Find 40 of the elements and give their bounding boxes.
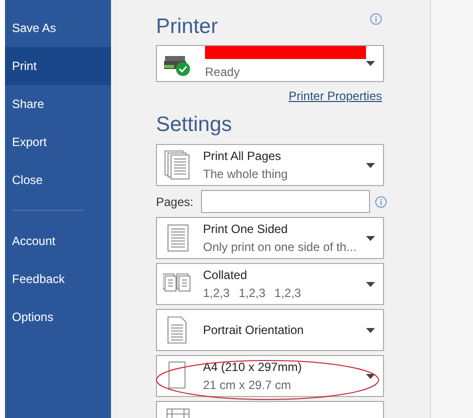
- collation-order: 1,2,3: [238, 286, 266, 300]
- setting-subtitle: 21 cm x 29.7 cm: [203, 378, 292, 392]
- settings-heading: Settings: [156, 112, 233, 138]
- sidebar-item[interactable]: Save As: [5, 9, 111, 47]
- collation-order: 1,2,3: [203, 286, 230, 300]
- setting-title: Print All Pages: [203, 148, 282, 164]
- dropdown-caret-icon: [366, 328, 375, 332]
- setting-subtitle: The whole thing: [203, 166, 289, 182]
- settings-dropdown[interactable]: Collated 1,2,3 1,2,3 1,2,3: [156, 263, 384, 305]
- sidebar-item[interactable]: Export: [5, 123, 111, 161]
- printer-dropdown[interactable]: Ready: [156, 45, 384, 82]
- dropdown-caret-icon: [366, 162, 375, 168]
- printer-properties-link[interactable]: Printer Properties: [288, 87, 382, 105]
- settings-dropdown[interactable]: Print One Sided Only print on one side of th...: [156, 217, 384, 259]
- setting-title: Collated: [203, 268, 248, 282]
- settings-dropdown[interactable]: Portrait Orientation: [156, 309, 384, 351]
- dropdown-caret-icon: [366, 61, 375, 66]
- setting-title: Portrait Orientation: [203, 322, 305, 338]
- pages-input-field[interactable]: [201, 190, 370, 213]
- setting-title: A4 (210 x 297mm): [203, 360, 303, 374]
- sidebar-item[interactable]: Share: [5, 85, 111, 123]
- settings-dropdown[interactable]: A4 (210 x 297mm) 21 cm x 29.7 cm: [156, 355, 384, 397]
- sidebar-item[interactable]: Options: [5, 298, 111, 336]
- setting-title: Print One Sided: [203, 222, 289, 236]
- info-icon[interactable]: [375, 196, 387, 208]
- sidebar-item[interactable]: Print: [5, 47, 111, 85]
- page-stack-icon: [163, 150, 191, 180]
- setting-subtitle: Only print on one side of th...: [203, 240, 358, 254]
- dropdown-caret-icon: [366, 236, 375, 240]
- info-icon[interactable]: [370, 13, 382, 25]
- collation-order: 1,2,3: [274, 286, 302, 300]
- sidebar-item[interactable]: Account: [5, 222, 111, 260]
- dropdown-caret-icon: [366, 282, 375, 286]
- printer-status: Ready: [205, 64, 241, 81]
- settings-dropdown[interactable]: Print All Pages The whole thing: [156, 144, 384, 186]
- dropdown-caret-icon: [366, 374, 375, 378]
- pages-label: Pages:: [156, 194, 194, 210]
- sidebar-item[interactable]: Close: [5, 161, 111, 199]
- sidebar-item[interactable]: Feedback: [5, 260, 111, 298]
- printer-heading: Printer: [156, 14, 218, 40]
